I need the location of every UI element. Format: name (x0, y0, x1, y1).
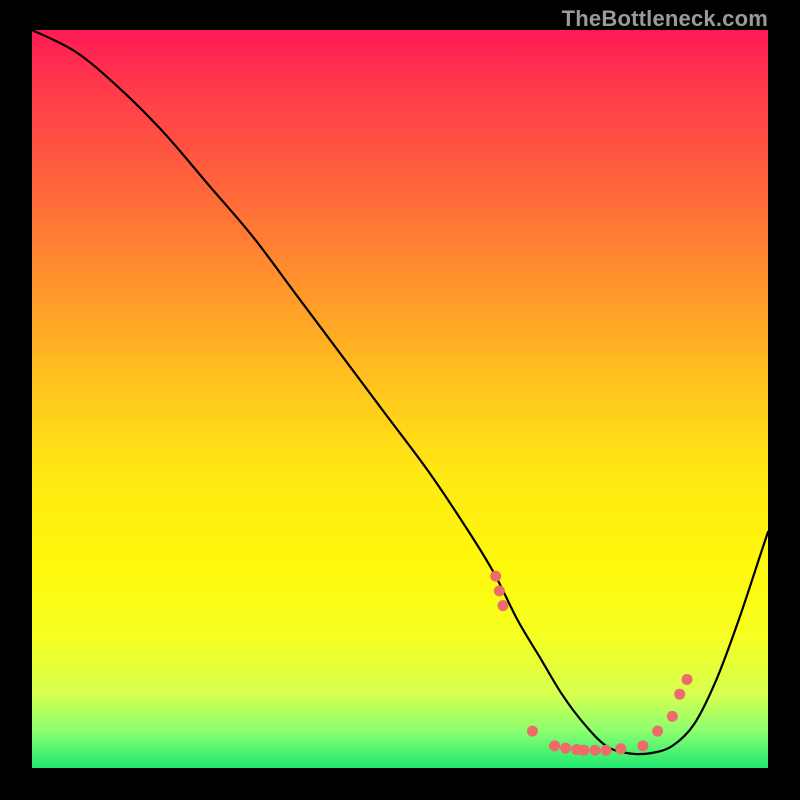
marker-dot (498, 600, 509, 611)
marker-dots (490, 571, 692, 756)
chart-svg (32, 30, 768, 768)
chart-container: TheBottleneck.com (0, 0, 800, 800)
curve-line (32, 30, 768, 754)
marker-dot (652, 726, 663, 737)
marker-dot (490, 571, 501, 582)
watermark-text: TheBottleneck.com (562, 6, 768, 32)
marker-dot (637, 740, 648, 751)
marker-dot (682, 674, 693, 685)
marker-dot (615, 743, 626, 754)
marker-dot (560, 743, 571, 754)
marker-dot (674, 689, 685, 700)
marker-dot (549, 740, 560, 751)
marker-dot (494, 585, 505, 596)
marker-dot (527, 726, 538, 737)
marker-dot (579, 745, 590, 756)
marker-dot (667, 711, 678, 722)
marker-dot (590, 745, 601, 756)
marker-dot (601, 745, 612, 756)
chart-plot-area (32, 30, 768, 768)
